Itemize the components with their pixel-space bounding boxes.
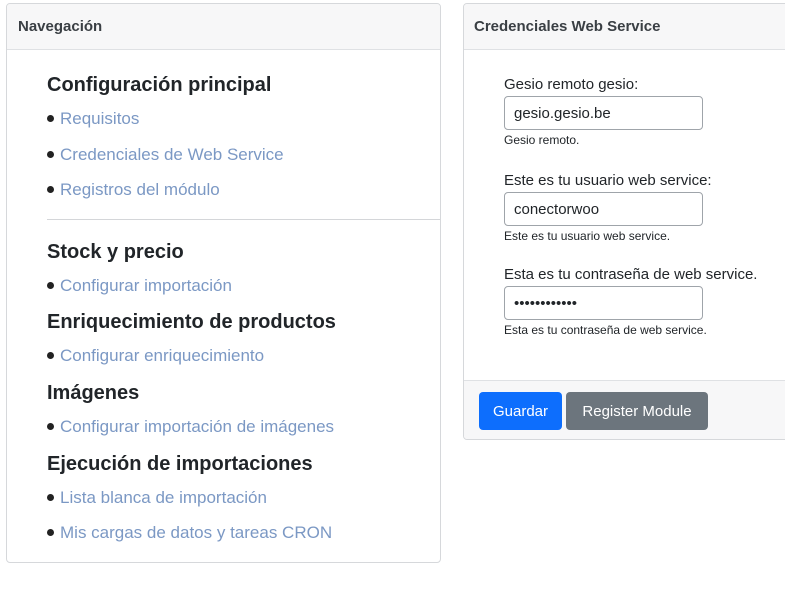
nav-item-requirements[interactable]: Requisitos	[47, 109, 139, 129]
nav-item-import-whitelist[interactable]: Lista blanca de importación	[47, 488, 267, 508]
bullet-icon	[47, 186, 54, 194]
nav-item-module-logs[interactable]: Registros del módulo	[47, 180, 220, 200]
webservice-user-label: Este es tu usuario web service:	[504, 172, 712, 189]
nav-link-module-logs[interactable]: Registros del módulo	[60, 180, 220, 199]
webservice-password-help: Esta es tu contraseña de web service.	[504, 323, 707, 337]
webservice-user-input[interactable]	[504, 192, 703, 226]
nav-link-web-service-credentials[interactable]: Credenciales de Web Service	[60, 145, 284, 164]
nav-link-data-loads-cron[interactable]: Mis cargas de datos y tareas CRON	[60, 523, 332, 542]
navigation-card: Navegación Configuración principal Requi…	[6, 3, 441, 563]
bullet-icon	[47, 151, 54, 159]
bullet-icon	[47, 115, 54, 123]
credentials-header: Credenciales Web Service	[464, 4, 785, 50]
section-divider	[47, 219, 440, 220]
credentials-card: Credenciales Web Service Gesio remoto ge…	[463, 3, 785, 440]
bullet-icon	[47, 352, 54, 360]
webservice-password-input[interactable]	[504, 286, 703, 320]
remote-gesio-label: Gesio remoto gesio:	[504, 76, 639, 93]
section-title-images: Imágenes	[47, 382, 140, 404]
bullet-icon	[47, 423, 54, 431]
save-button[interactable]: Guardar	[479, 392, 562, 430]
remote-gesio-input[interactable]	[504, 96, 703, 130]
nav-item-configure-image-import[interactable]: Configurar importación de imágenes	[47, 417, 334, 437]
nav-item-configure-import[interactable]: Configurar importación	[47, 276, 232, 296]
bullet-icon	[47, 282, 54, 290]
nav-item-configure-enrichment[interactable]: Configurar enriquecimiento	[47, 346, 264, 366]
register-module-button[interactable]: Register Module	[566, 392, 708, 430]
remote-gesio-help: Gesio remoto.	[504, 133, 580, 147]
navigation-header: Navegación	[7, 4, 440, 50]
nav-link-configure-import[interactable]: Configurar importación	[60, 276, 232, 295]
nav-item-data-loads-cron[interactable]: Mis cargas de datos y tareas CRON	[47, 523, 332, 543]
webservice-password-label: Esta es tu contraseña de web service.	[504, 266, 758, 283]
nav-item-web-service-credentials[interactable]: Credenciales de Web Service	[47, 145, 284, 165]
nav-link-configure-enrichment[interactable]: Configurar enriquecimiento	[60, 346, 264, 365]
bullet-icon	[47, 529, 54, 537]
section-title-import-execution: Ejecución de importaciones	[47, 453, 313, 475]
section-title-main-config: Configuración principal	[47, 74, 272, 96]
section-title-product-enrichment: Enriquecimiento de productos	[47, 311, 336, 333]
credentials-footer: Guardar Register Module	[464, 380, 785, 439]
bullet-icon	[47, 494, 54, 502]
nav-link-import-whitelist[interactable]: Lista blanca de importación	[60, 488, 267, 507]
webservice-user-help: Este es tu usuario web service.	[504, 229, 671, 243]
nav-link-requirements[interactable]: Requisitos	[60, 109, 139, 128]
section-title-stock-price: Stock y precio	[47, 241, 184, 263]
nav-link-configure-image-import[interactable]: Configurar importación de imágenes	[60, 417, 334, 436]
